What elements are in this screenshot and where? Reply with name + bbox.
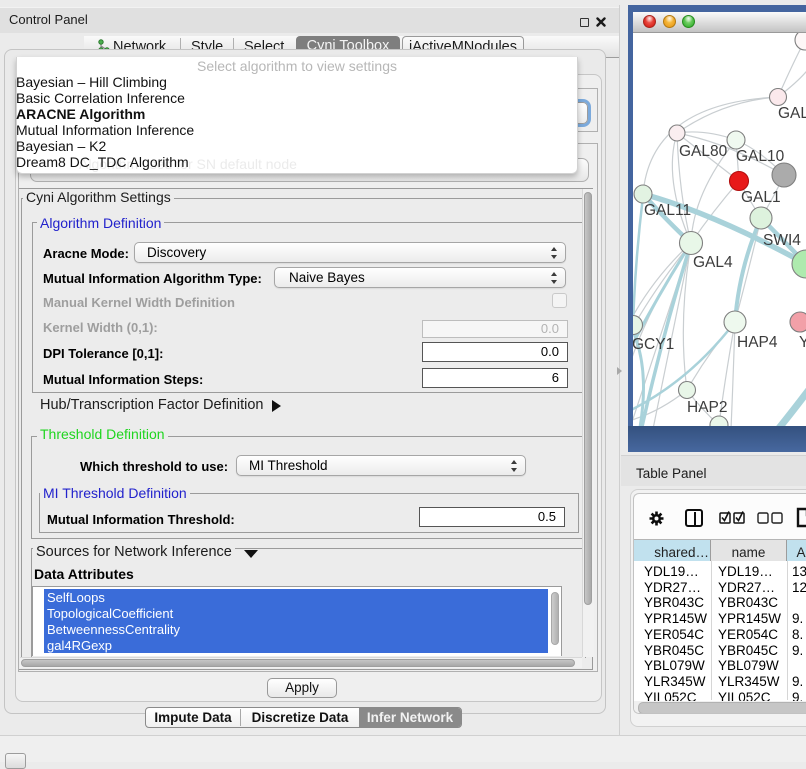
svg-text:GAL11: GAL11 — [644, 202, 691, 219]
svg-text:HAP2: HAP2 — [687, 399, 728, 416]
svg-text:GAL4: GAL4 — [693, 254, 733, 271]
svg-text:Y: Y — [799, 334, 806, 351]
svg-text:SWI4: SWI4 — [763, 232, 801, 249]
svg-text:HAP4: HAP4 — [737, 334, 778, 351]
svg-text:GAL10: GAL10 — [736, 148, 785, 165]
svg-text:GCY1: GCY1 — [633, 336, 674, 353]
svg-text:GAL1: GAL1 — [741, 189, 781, 206]
svg-text:GAL80: GAL80 — [679, 143, 728, 160]
svg-text:GAL8: GAL8 — [778, 105, 806, 122]
